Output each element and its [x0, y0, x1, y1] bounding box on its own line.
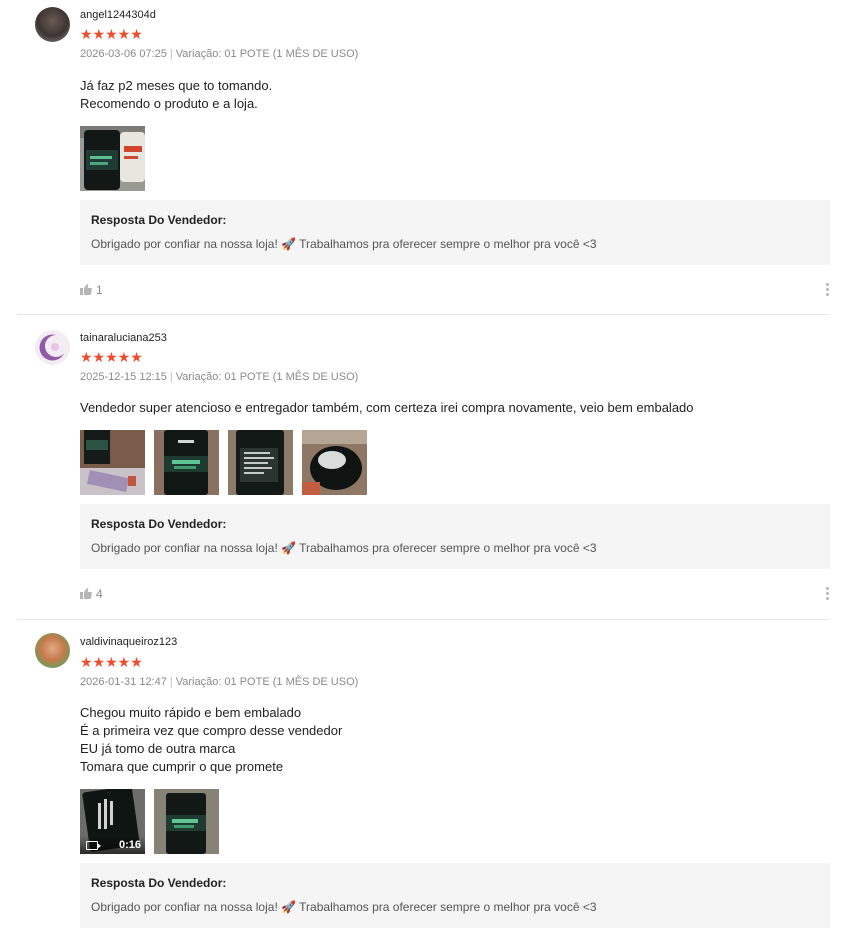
- video-camera-icon: [86, 841, 101, 850]
- more-vertical-icon[interactable]: [826, 283, 829, 298]
- like-count: 4: [96, 587, 103, 601]
- seller-reply-text: Obrigado por confiar na nossa loja! 🚀 Tr…: [91, 237, 597, 251]
- comment-line: Já faz p2 meses que to tomando.: [80, 78, 273, 93]
- review-photo[interactable]: [154, 789, 219, 854]
- more-vertical-icon[interactable]: [826, 587, 829, 602]
- like-button[interactable]: 4: [80, 587, 103, 601]
- seller-reply: Resposta Do Vendedor: Obrigado por confi…: [80, 200, 830, 265]
- seller-reply: Resposta Do Vendedor: Obrigado por confi…: [80, 504, 830, 569]
- reviewer-username: angel1244304d: [80, 9, 156, 21]
- comment-line: Chegou muito rápido e bem embalado: [80, 705, 302, 720]
- comment-line: Tomara que cumprir o que promete: [80, 759, 284, 774]
- review-date: 2026-01-31 12:47: [80, 676, 167, 688]
- review-comment: Chegou muito rápido e bem embalado É a p…: [80, 704, 342, 776]
- review-photo[interactable]: [228, 430, 293, 495]
- review-meta: 2026-01-31 12:47 | Variação: 01 POTE (1 MÊ…: [80, 676, 359, 688]
- reviewer-username: valdivinaqueiroz123: [80, 636, 178, 648]
- review-video[interactable]: 0:16: [80, 789, 145, 854]
- comment-line: Recomendo o produto e a loja.: [80, 96, 258, 111]
- review-variation: Variação: 01 POTE (1 MÊS DE USO): [175, 48, 359, 60]
- comment-line: É a primeira vez que compro desse vended…: [80, 723, 343, 738]
- avatar[interactable]: [35, 7, 70, 42]
- comment-line: Vendedor super atencioso e entregador ta…: [80, 400, 694, 415]
- reviewer-username: tainaraluciana253: [80, 332, 167, 344]
- review-variation: Variação: 01 POTE (1 MÊS DE USO): [175, 676, 359, 688]
- seller-reply-title: Resposta Do Vendedor:: [91, 213, 227, 227]
- like-count: 1: [96, 283, 103, 297]
- review-meta: 2026-03-06 07:25 | Variação: 01 POTE (1 MÊ…: [80, 48, 359, 60]
- review-item: angel1244304d ★★★★★ 2026-03-06 07:25 | Var…: [0, 0, 849, 314]
- review-variation: Variação: 01 POTE (1 MÊS DE USO): [175, 371, 359, 383]
- review-photo[interactable]: [80, 126, 145, 191]
- like-button[interactable]: 1: [80, 283, 103, 297]
- seller-reply-title: Resposta Do Vendedor:: [91, 876, 227, 890]
- video-duration: 0:16: [118, 839, 141, 851]
- rating-stars: ★★★★★: [80, 654, 143, 670]
- review-date: 2025-12-15 12:15: [80, 371, 167, 383]
- comment-line: EU já tomo de outra marca: [80, 741, 236, 756]
- rating-stars: ★★★★★: [80, 26, 143, 42]
- review-item: valdivinaqueiroz123 ★★★★★ 2026-01-31 12:…: [0, 620, 849, 928]
- review-comment: Vendedor super atencioso e entregador ta…: [80, 399, 694, 417]
- review-date: 2026-03-06 07:25: [80, 48, 167, 60]
- review-photo[interactable]: [302, 430, 367, 495]
- seller-reply-text: Obrigado por confiar na nossa loja! 🚀 Tr…: [91, 541, 597, 555]
- rating-stars: ★★★★★: [80, 349, 143, 365]
- thumbs-up-icon: [80, 284, 92, 295]
- seller-reply: Resposta Do Vendedor: Obrigado por confi…: [80, 863, 830, 928]
- review-comment: Já faz p2 meses que to tomando. Recomend…: [80, 77, 272, 113]
- seller-reply-title: Resposta Do Vendedor:: [91, 517, 227, 531]
- seller-reply-text: Obrigado por confiar na nossa loja! 🚀 Tr…: [91, 900, 597, 914]
- review-item: tainaraluciana253 ★★★★★ 2025-12-15 12:15…: [0, 315, 849, 619]
- thumbs-up-icon: [80, 588, 92, 599]
- avatar[interactable]: [35, 633, 70, 668]
- review-photo[interactable]: [154, 430, 219, 495]
- review-meta: 2025-12-15 12:15 | Variação: 01 POTE (1 MÊ…: [80, 371, 359, 383]
- review-photo[interactable]: [80, 430, 145, 495]
- avatar[interactable]: [35, 330, 70, 365]
